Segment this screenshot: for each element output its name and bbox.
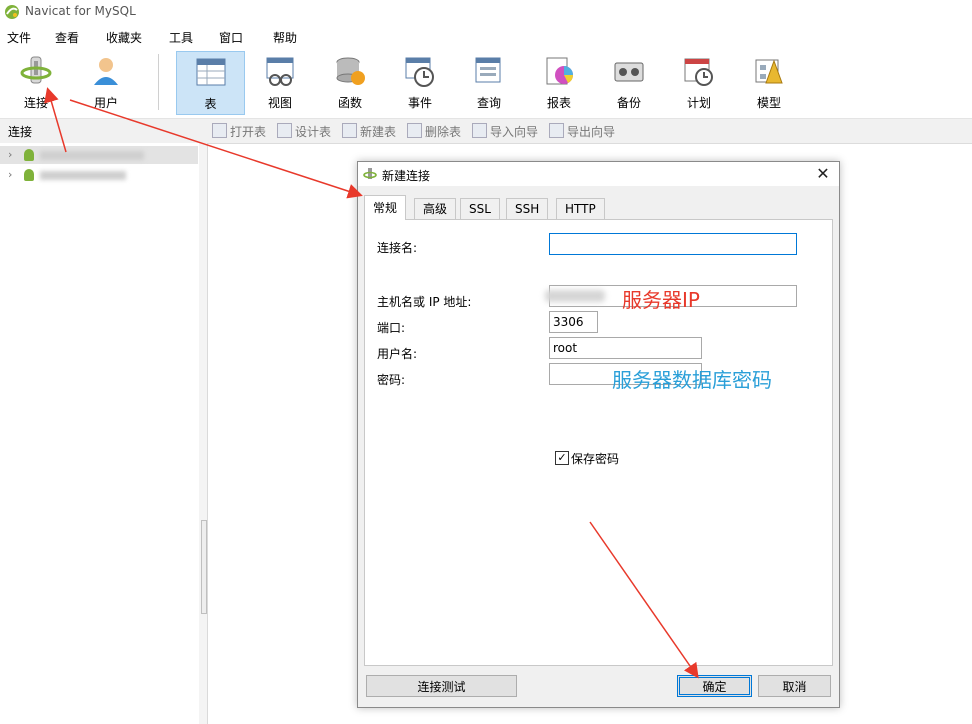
arrow-to-dialog <box>69 99 363 199</box>
annotation-arrows <box>44 87 699 679</box>
arrow-to-connect <box>44 87 67 153</box>
tab-general[interactable]: 常规 <box>364 195 407 220</box>
arrow-to-ok <box>589 521 699 679</box>
